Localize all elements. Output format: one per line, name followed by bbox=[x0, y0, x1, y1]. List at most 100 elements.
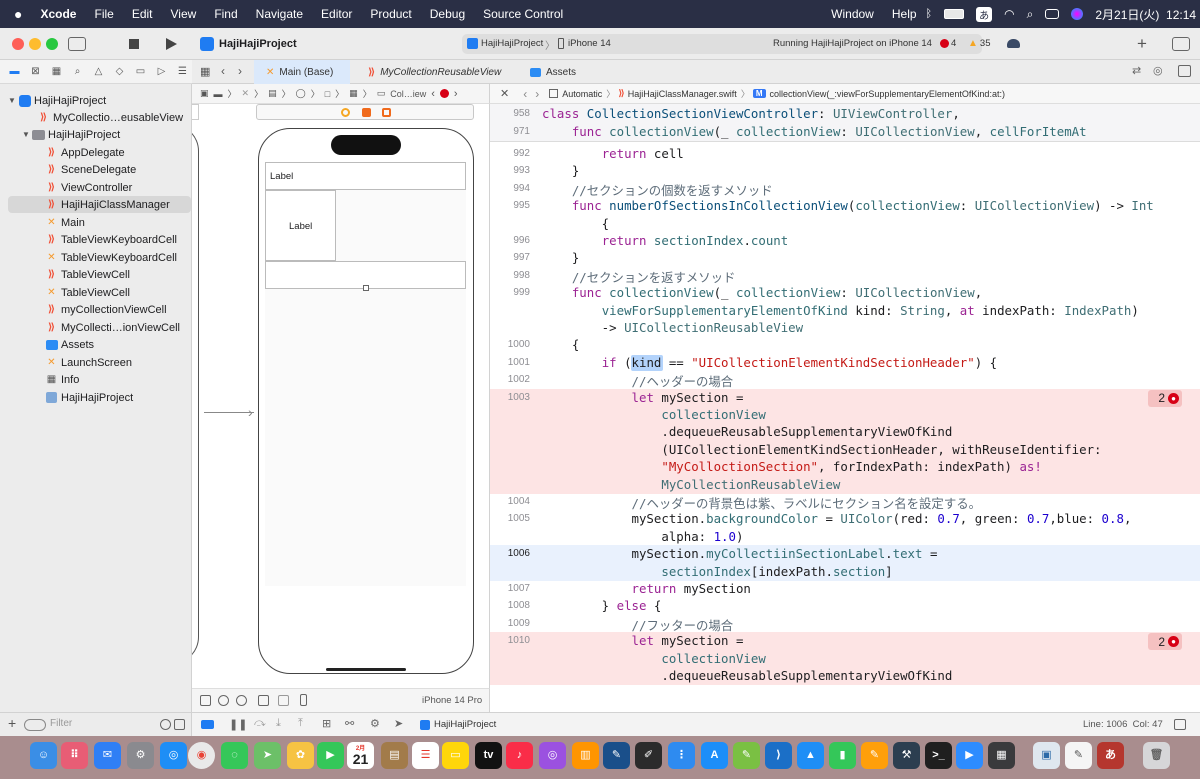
code-line[interactable]: .dequeueReusableSupplementaryViewOfKind bbox=[542, 424, 952, 439]
menu-view[interactable]: View bbox=[162, 7, 206, 21]
jump-symbol[interactable]: collectionView(_:viewForSupplementaryEle… bbox=[770, 89, 1005, 99]
code-line[interactable]: func numberOfSectionsInCollectionView(co… bbox=[542, 198, 1154, 213]
close-window-button[interactable] bbox=[12, 38, 24, 50]
run-button[interactable] bbox=[166, 38, 177, 50]
step-out-icon[interactable]: ⤒ bbox=[298, 717, 303, 730]
resize-handle[interactable] bbox=[363, 285, 369, 291]
code-line[interactable]: let mySection = bbox=[542, 390, 744, 405]
step-over-icon[interactable]: ⤼ bbox=[254, 717, 266, 730]
step-in-icon[interactable]: ⤓ bbox=[276, 717, 281, 730]
navigator-item-mycollectionviewcell[interactable]: ⟫ myCollectionViewCell bbox=[8, 301, 191, 318]
mail-icon[interactable]: ✉ bbox=[94, 742, 121, 769]
code-line[interactable]: viewForSupplementaryElementOfKind kind: … bbox=[542, 303, 1139, 318]
memory-graph-icon[interactable]: ⚯ bbox=[345, 717, 354, 730]
source-control-navigator-icon[interactable]: ⊠ bbox=[27, 64, 44, 79]
navigator-item-hajihajiclassmanager[interactable]: ⟫ HajiHajiClassManager bbox=[8, 196, 191, 213]
code-line[interactable]: func collectionView(_ collectionView: UI… bbox=[542, 124, 1087, 139]
tab-main-storyboard[interactable]: ✕ Main (Base) bbox=[254, 60, 350, 84]
forward-chevron-icon[interactable]: › bbox=[535, 87, 539, 101]
code-line[interactable]: return mySection bbox=[542, 581, 751, 596]
calculator-icon[interactable]: ▦ bbox=[988, 742, 1015, 769]
navigator-item-launchscreen[interactable]: ✕ LaunchScreen bbox=[8, 354, 191, 371]
system-settings-icon[interactable]: ⚙ bbox=[127, 742, 154, 769]
line-number[interactable]: 997 bbox=[490, 252, 530, 263]
messages-icon[interactable]: ◌ bbox=[221, 742, 248, 769]
ib-device-label[interactable]: iPhone 14 Pro bbox=[422, 695, 482, 706]
recent-files-icon[interactable] bbox=[160, 719, 171, 730]
line-number[interactable]: 992 bbox=[490, 148, 530, 159]
split-view-icon[interactable] bbox=[278, 695, 289, 706]
line-number[interactable]: 1006 bbox=[490, 548, 530, 559]
apple-tv-icon[interactable]: tv bbox=[475, 742, 502, 769]
navigator-item-scenedelegate[interactable]: ⟫ SceneDelegate bbox=[8, 161, 191, 178]
minimize-window-button[interactable] bbox=[29, 38, 41, 50]
calendar-icon[interactable]: 2月 21 bbox=[347, 742, 374, 769]
collection-view-icon[interactable]: ▦ bbox=[349, 88, 358, 99]
finder-icon[interactable]: ☺ bbox=[30, 742, 57, 769]
section-header-label[interactable]: Label bbox=[270, 171, 293, 182]
filter-options-icon[interactable] bbox=[24, 719, 46, 731]
books-icon[interactable]: ▥ bbox=[572, 742, 599, 769]
warning-count-badge[interactable]: ▲ 35 bbox=[968, 38, 990, 49]
menu-help[interactable]: Help bbox=[883, 7, 926, 21]
code-line[interactable]: sectionIndex[indexPath.section] bbox=[542, 564, 892, 579]
code-line[interactable]: mySection.myCollectiinSectionLabel.text … bbox=[542, 546, 938, 561]
jump-file[interactable]: HajiHajiClassManager.swift bbox=[628, 89, 737, 99]
navigator-item-assets[interactable]: Assets bbox=[8, 336, 191, 353]
line-number[interactable]: 1004 bbox=[490, 496, 530, 507]
preview-icon[interactable]: ▣ bbox=[1033, 742, 1060, 769]
toggle-console-icon[interactable] bbox=[1174, 719, 1186, 730]
line-number[interactable]: 1007 bbox=[490, 583, 530, 594]
pages-icon[interactable]: ✎ bbox=[861, 742, 888, 769]
code-line[interactable]: } else { bbox=[542, 598, 662, 613]
pen-icon[interactable]: ✎ bbox=[603, 742, 630, 769]
code-line[interactable]: MyCollectionReusableView bbox=[542, 477, 840, 492]
battery-icon[interactable] bbox=[944, 9, 965, 19]
line-number[interactable]: 958 bbox=[490, 108, 530, 119]
pencil-icon[interactable]: ✐ bbox=[635, 742, 662, 769]
forward-chevron-icon[interactable]: › bbox=[454, 88, 458, 100]
error-icon[interactable] bbox=[439, 89, 449, 98]
menu-debug[interactable]: Debug bbox=[421, 7, 474, 21]
ib-crumb[interactable]: Col…iew bbox=[390, 89, 426, 99]
code-line[interactable]: //セクションの個数を返すメソッド bbox=[542, 181, 773, 199]
line-number[interactable]: 996 bbox=[490, 235, 530, 246]
code-line[interactable]: if (kind == "UICollectionElementKindSect… bbox=[542, 355, 997, 370]
code-line[interactable]: "MyColloctionSection", forIndexPath: ind… bbox=[542, 459, 1041, 474]
navigator-item-viewcontroller[interactable]: ⟫ ViewController bbox=[8, 179, 191, 196]
menu-file[interactable]: File bbox=[85, 7, 122, 21]
issue-navigator-icon[interactable]: △ bbox=[90, 64, 107, 79]
chrome-icon[interactable]: ◉ bbox=[188, 742, 215, 769]
line-number[interactable]: 995 bbox=[490, 200, 530, 211]
code-line[interactable]: .dequeueReusableSupplementaryViewOfKind bbox=[542, 668, 952, 683]
view-controller-icon[interactable]: ▤ bbox=[268, 88, 277, 99]
menu-edit[interactable]: Edit bbox=[123, 7, 162, 21]
navigator-item-tableviewkeyboardcell-swift[interactable]: ⟫ TableViewKeyboardCell bbox=[8, 231, 191, 248]
storyboard-icon[interactable]: ✕ bbox=[242, 88, 250, 99]
navigator-item-entitlements[interactable]: HajiHajiProject bbox=[8, 389, 191, 406]
source-editor[interactable]: 958 class CollectionSectionViewController… bbox=[490, 104, 1200, 712]
device-icon[interactable] bbox=[300, 694, 307, 706]
orientation-icon[interactable] bbox=[236, 695, 247, 706]
line-number[interactable]: 1000 bbox=[490, 339, 530, 350]
line-number[interactable]: 994 bbox=[490, 183, 530, 194]
tab-mycollectionreusableview[interactable]: ⟫ MyCollectionReusableView bbox=[368, 60, 501, 84]
pause-icon[interactable]: ❚❚ bbox=[229, 718, 247, 731]
code-line[interactable]: { bbox=[542, 337, 579, 352]
menu-window[interactable]: Window bbox=[822, 7, 883, 21]
code-line[interactable]: mySection.backgroundColor = UIColor(red:… bbox=[542, 511, 1132, 526]
code-line[interactable]: //ヘッダーの背景色は紫、ラベルにセクション名を設定する。 bbox=[542, 494, 981, 512]
line-number[interactable]: 993 bbox=[490, 165, 530, 176]
launchpad-icon[interactable]: ⠿ bbox=[61, 742, 88, 769]
toggle-debug-area-icon[interactable] bbox=[201, 720, 214, 729]
clock[interactable]: 2月21日(火) 12:14 bbox=[1095, 6, 1196, 23]
zoom-window-button[interactable] bbox=[46, 38, 58, 50]
bluetooth-icon[interactable]: ᛒ bbox=[926, 8, 933, 20]
add-file-button[interactable]: + bbox=[8, 715, 16, 731]
symbol-navigator-icon[interactable]: ▦ bbox=[48, 64, 65, 79]
numbers-icon[interactable]: ▮ bbox=[829, 742, 856, 769]
code-line[interactable]: -> UICollectionReusableView bbox=[542, 320, 803, 335]
run-destination[interactable]: iPhone 14 bbox=[568, 38, 611, 49]
line-number[interactable]: 1001 bbox=[490, 357, 530, 368]
appearance-icon[interactable] bbox=[218, 695, 229, 706]
